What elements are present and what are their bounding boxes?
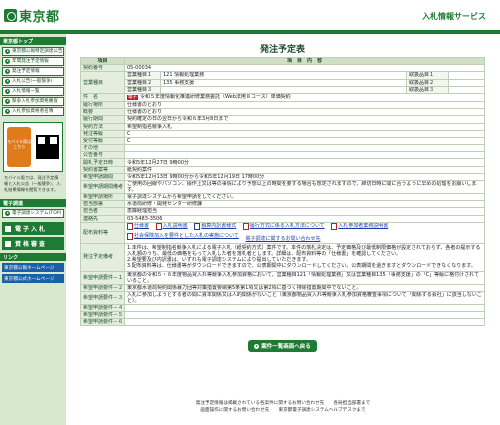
- arrow-icon: [254, 343, 260, 349]
- table-row: 契約番号 05-00034: [80, 64, 485, 73]
- pdf-icon: [127, 232, 133, 240]
- mobile-badge: モバイル版はこちら: [7, 127, 32, 167]
- sidebar: 東京都トップ 東京都公報特定調達公告 年間発注予定情報 発注予定情報 入札公告(…: [0, 34, 66, 425]
- document-list: 仕様書 入札説明書 積算内訳書様式 履行方式に係る入札方法について 入札参加者業…: [124, 221, 485, 244]
- arrow-icon: [5, 79, 10, 84]
- sidebar-item-bidder-list[interactable]: 入札参加資格者名簿: [2, 107, 64, 116]
- apply-period: 令和5年12月13日 9時00分から令和5年12月19日 17時00分: [124, 172, 485, 182]
- page-title: 発注予定表: [259, 45, 305, 55]
- requirement-3: 入札に参加しようとする者の間に資本関係又は人的関係がないこと（東京都物品買入れ等…: [124, 290, 485, 305]
- sidebar-section-procurement: 電子調達: [0, 199, 66, 207]
- table-row: 営業種目３ 取扱品目３: [81, 85, 486, 94]
- order-plan-table: 項目 項 目 内 容 契約番号 05-00034 営業種目 営業種目１ 121 …: [80, 56, 486, 327]
- col-content: 項 目 内 容: [124, 56, 485, 66]
- electronic-tag: 電子: [127, 94, 138, 100]
- table-row: 営業種目２ 135 事務支援 取扱品目２: [81, 78, 486, 87]
- footer-contact-line: 発注予定情報は掲載されている各案件に関するお問い合わせ先 各局担当部署まで: [195, 401, 371, 406]
- sidebar-item-bid-notice[interactable]: 入札公告(一般競争): [2, 77, 64, 86]
- table-row: 件 名 電子 令和５年度情報化推進研修業務委託（Web法用８コース）単価契約: [80, 92, 485, 102]
- footer-helpdesk-line: 画面操作に関するお問い合わせ先 東京都電子調達システムヘルプデスクまで: [200, 408, 366, 413]
- link-gazette-homepage[interactable]: 東京都公報ホームページ: [2, 263, 64, 272]
- back-to-list-button[interactable]: 案件一覧画面へ戻る: [248, 340, 317, 353]
- table-header-row: 項目 項 目 内 容: [80, 56, 485, 66]
- logo-text: 東京都: [19, 9, 60, 25]
- back-button-wrap: 案件一覧画面へ戻る: [80, 340, 485, 353]
- main-content: 発注予定表 項目 項 目 内 容 契約番号 05-00034 営業種目 営業種目…: [80, 34, 486, 353]
- doc-link-bid-method[interactable]: 履行方式に係る入札方法について: [242, 223, 325, 230]
- square-icon: [5, 225, 11, 232]
- table-row: 営業種目 営業種目１ 121 情報処理業務 取扱品目１: [80, 71, 486, 94]
- mobile-note: モバイル版では、発注予定情報と入札公告（一般競争）、入札結果情報を閲覧できます。: [4, 175, 61, 192]
- requirement-1: 東京都の令和５・６年度物品買入れ等競争入札参加資格において、営業種目121「情報…: [124, 270, 485, 285]
- sidebar-item-gazette[interactable]: 東京都公報特定調達公告: [2, 47, 64, 56]
- pdf-icon: [127, 223, 133, 230]
- doc-link-estimate-form[interactable]: 積算内訳書様式: [194, 223, 236, 230]
- doc-link-bid-guide[interactable]: 入札説明書: [155, 223, 188, 230]
- sidebar-item-qualification[interactable]: 競争入札参加資格審査: [2, 97, 64, 106]
- page-header: 東京都 入札情報サービス: [0, 0, 500, 30]
- tokyo-emblem-icon: [4, 8, 17, 22]
- sidebar-item-annual-plan[interactable]: 年間発注予定情報: [2, 57, 64, 66]
- phone-number: 03-5483-3506: [124, 214, 485, 223]
- qr-code-icon: [36, 135, 59, 159]
- arrow-icon: [5, 109, 10, 114]
- doc-link-social-insurance[interactable]: 社会保険加入を要件とした入札の実施について: [127, 232, 239, 240]
- sidebar-section-top: 東京都トップ: [0, 37, 66, 45]
- tokyo-logo[interactable]: 東京都: [4, 7, 60, 25]
- e-bid-button[interactable]: 電子入札: [2, 222, 64, 235]
- bid-date: 令和5年12月27日 9時00分: [124, 158, 485, 167]
- service-title: 入札情報サービス: [422, 12, 486, 21]
- procurement-menu: 電子調達システム(TOP): [0, 207, 66, 220]
- arrow-icon: [5, 49, 10, 54]
- qualification-button[interactable]: 資格審査: [2, 237, 64, 250]
- contract-number: 05-00034: [124, 64, 485, 73]
- doc-link-spec[interactable]: 仕様書: [127, 223, 149, 230]
- sidebar-menu: 東京都公報特定調達公告 年間発注予定情報 発注予定情報 入札公告(一般競争) 入…: [0, 45, 66, 118]
- pdf-icon: [242, 223, 249, 230]
- arrow-icon: [5, 99, 10, 104]
- order-notes: 1.本件は、希望制指名競争入札による電子入札（紙契約方式）案件です。本件の落札決…: [124, 242, 485, 272]
- link-tokyo-homepage[interactable]: 東京都公式ホームページ: [2, 274, 64, 283]
- contact-link[interactable]: 電子調達に関するお問い合わせ先: [245, 236, 320, 242]
- arrow-icon: [5, 211, 10, 216]
- mobile-promo[interactable]: モバイル版はこちら: [3, 122, 63, 172]
- arrow-icon: [5, 59, 10, 64]
- sidebar-section-links: リンク: [0, 253, 66, 261]
- file-icon: [194, 223, 201, 230]
- col-item: 項目: [80, 56, 125, 66]
- pdf-icon: [331, 223, 338, 230]
- requirement-2: 東京都水道局契約関係暴力団等対策措置要綱第5条第1項又は第2項に基づく排除措置期…: [124, 283, 485, 292]
- arrow-icon: [5, 89, 10, 94]
- sidebar-item-system-top[interactable]: 電子調達システム(TOP): [2, 209, 64, 218]
- pdf-icon: [155, 223, 162, 230]
- sidebar-item-bid-list[interactable]: 入札情報一覧: [2, 87, 64, 96]
- page-footer: 発注予定情報は掲載されている各案件に関するお問い合わせ先 各局担当部署まで 画面…: [66, 400, 500, 414]
- doc-link-participant-guide[interactable]: 入札参加者業務説明書: [331, 223, 388, 230]
- arrow-icon: [5, 69, 10, 74]
- subject: 電子 令和５年度情報化推進研修業務委託（Web法用８コース）単価契約: [124, 92, 485, 102]
- square-icon: [5, 240, 11, 247]
- sidebar-item-order-plan[interactable]: 発注予定情報: [2, 67, 64, 76]
